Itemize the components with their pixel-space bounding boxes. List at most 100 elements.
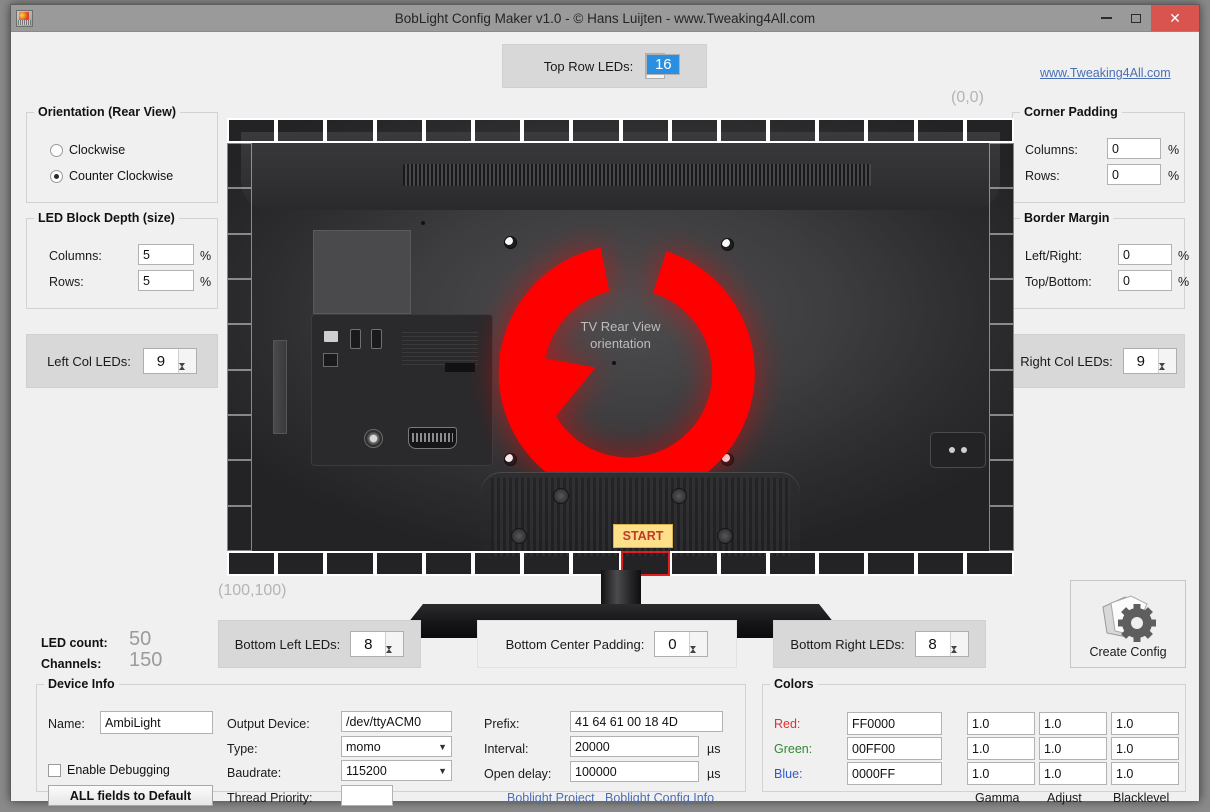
led-block-top-13[interactable] [817, 118, 867, 143]
led-block-left-8[interactable] [227, 460, 252, 506]
led-block-bottom-2[interactable] [276, 551, 326, 576]
color-red-hex-input[interactable]: FF0000 [847, 712, 942, 735]
boblight-config-info-link[interactable]: Boblight Config Info [605, 791, 714, 805]
device-name-input[interactable]: AmbiLight [100, 711, 213, 734]
led-block-top-4[interactable] [374, 118, 424, 143]
bottom-right-leds-arrows[interactable] [949, 632, 968, 667]
bottom-right-leds-spinner[interactable]: 8 [914, 631, 969, 667]
top-row-leds-spinner[interactable]: 16 [645, 53, 681, 89]
color-red-blacklevel-input[interactable]: 1.0 [1111, 712, 1179, 735]
led-block-right-2[interactable] [989, 188, 1014, 234]
led-block-left-6[interactable] [227, 369, 252, 415]
led-block-bottom-1[interactable] [227, 551, 277, 576]
bottom-center-padding-arrows[interactable] [689, 632, 708, 667]
led-block-right-6[interactable] [989, 369, 1014, 415]
margin-tb-input[interactable]: 0 [1118, 270, 1172, 291]
boblight-project-link[interactable]: Boblight Project [507, 791, 595, 805]
color-red-adjust-input[interactable]: 1.0 [1039, 712, 1107, 735]
bottom-center-padding-spinner[interactable]: 0 [654, 631, 709, 667]
led-block-bottom-5[interactable] [423, 551, 473, 576]
close-button[interactable]: ✕ [1151, 5, 1199, 31]
spinner-down-icon[interactable] [950, 646, 957, 667]
color-green-adjust-input[interactable]: 1.0 [1039, 737, 1107, 760]
led-block-left-7[interactable] [227, 415, 252, 461]
prefix-input[interactable]: 41 64 61 00 18 4D [570, 711, 723, 732]
led-block-bottom-6[interactable] [472, 551, 523, 576]
tv-preview-stage[interactable]: TV Rear View orientation START [227, 118, 1014, 638]
color-blue-hex-input[interactable]: 0000FF [847, 762, 942, 785]
color-red-gamma-input[interactable]: 1.0 [967, 712, 1035, 735]
corner-rows-input[interactable]: 0 [1107, 164, 1161, 185]
bottom-left-leds-value[interactable]: 8 [351, 632, 385, 656]
spinner-down-icon[interactable] [178, 363, 185, 384]
led-block-bottom-13[interactable] [817, 551, 867, 576]
led-block-left-9[interactable] [227, 505, 252, 551]
led-block-bottom-11[interactable] [718, 551, 769, 576]
led-block-bottom-15[interactable] [915, 551, 965, 576]
led-block-top-2[interactable] [276, 118, 326, 143]
open-delay-input[interactable]: 100000 [570, 761, 699, 782]
maximize-button[interactable] [1121, 5, 1151, 31]
color-blue-adjust-input[interactable]: 1.0 [1039, 762, 1107, 785]
all-fields-to-default-button[interactable]: ALL fields to Default [48, 785, 213, 806]
led-block-right-3[interactable] [989, 233, 1014, 279]
led-block-top-16[interactable] [964, 118, 1014, 143]
color-green-gamma-input[interactable]: 1.0 [967, 737, 1035, 760]
led-block-top-12[interactable] [768, 118, 818, 143]
spinner-down-icon[interactable] [1158, 363, 1165, 384]
margin-lr-input[interactable]: 0 [1118, 244, 1172, 265]
led-block-left-2[interactable] [227, 188, 252, 234]
led-block-bottom-3[interactable] [325, 551, 375, 576]
right-col-leds-value[interactable]: 9 [1124, 349, 1158, 373]
bottom-left-leds-spinner[interactable]: 8 [350, 631, 405, 667]
minimize-button[interactable] [1091, 5, 1121, 31]
led-block-top-6[interactable] [472, 118, 523, 143]
led-block-right-7[interactable] [989, 415, 1014, 461]
led-block-top-5[interactable] [423, 118, 473, 143]
right-col-leds-spinner[interactable]: 9 [1122, 348, 1177, 384]
type-select[interactable]: momo ▼ [341, 736, 452, 757]
led-block-top-3[interactable] [325, 118, 375, 143]
color-blue-blacklevel-input[interactable]: 1.0 [1111, 762, 1179, 785]
radio-clockwise[interactable]: Clockwise [50, 143, 125, 157]
led-block-top-15[interactable] [915, 118, 965, 143]
led-block-bottom-4[interactable] [374, 551, 424, 576]
bottom-left-leds-arrows[interactable] [385, 632, 404, 667]
led-block-right-5[interactable] [989, 324, 1014, 370]
led-block-top-8[interactable] [571, 118, 621, 143]
led-block-bottom-14[interactable] [866, 551, 916, 576]
depth-rows-input[interactable]: 5 [138, 270, 194, 291]
left-col-leds-value[interactable]: 9 [144, 349, 178, 373]
output-device-input[interactable]: /dev/ttyACM0 [341, 711, 452, 732]
led-block-left-4[interactable] [227, 279, 252, 325]
interval-input[interactable]: 20000 [570, 736, 699, 757]
create-config-button[interactable]: Create Config [1070, 580, 1186, 668]
baudrate-select[interactable]: 115200 ▼ [341, 760, 452, 781]
led-block-right-8[interactable] [989, 460, 1014, 506]
led-block-left-5[interactable] [227, 324, 252, 370]
led-block-top-7[interactable] [522, 118, 572, 143]
spinner-down-icon[interactable] [690, 646, 697, 667]
led-block-top-11[interactable] [718, 118, 769, 143]
led-block-top-14[interactable] [866, 118, 916, 143]
radio-counter-clockwise[interactable]: Counter Clockwise [50, 169, 173, 183]
right-col-leds-arrows[interactable] [1157, 349, 1176, 384]
led-block-right-4[interactable] [989, 279, 1014, 325]
led-block-bottom-7[interactable] [522, 551, 572, 576]
left-col-leds-spinner[interactable]: 9 [142, 348, 197, 384]
thread-priority-input[interactable] [341, 785, 393, 806]
led-block-right-1[interactable] [989, 143, 1014, 189]
led-block-top-10[interactable] [669, 118, 719, 143]
spinner-down-icon[interactable] [386, 646, 393, 667]
top-row-leds-value[interactable]: 16 [646, 54, 681, 75]
start-button[interactable]: START [613, 524, 673, 548]
led-block-left-1[interactable] [227, 143, 252, 189]
tweaking4all-link[interactable]: www.Tweaking4All.com [1040, 66, 1171, 80]
left-col-leds-arrows[interactable] [177, 349, 196, 384]
led-block-bottom-12[interactable] [768, 551, 818, 576]
enable-debugging-checkbox[interactable]: Enable Debugging [48, 763, 170, 777]
color-green-hex-input[interactable]: 00FF00 [847, 737, 942, 760]
led-block-left-3[interactable] [227, 233, 252, 279]
led-block-top-9[interactable] [620, 118, 670, 143]
led-block-bottom-16[interactable] [964, 551, 1014, 576]
